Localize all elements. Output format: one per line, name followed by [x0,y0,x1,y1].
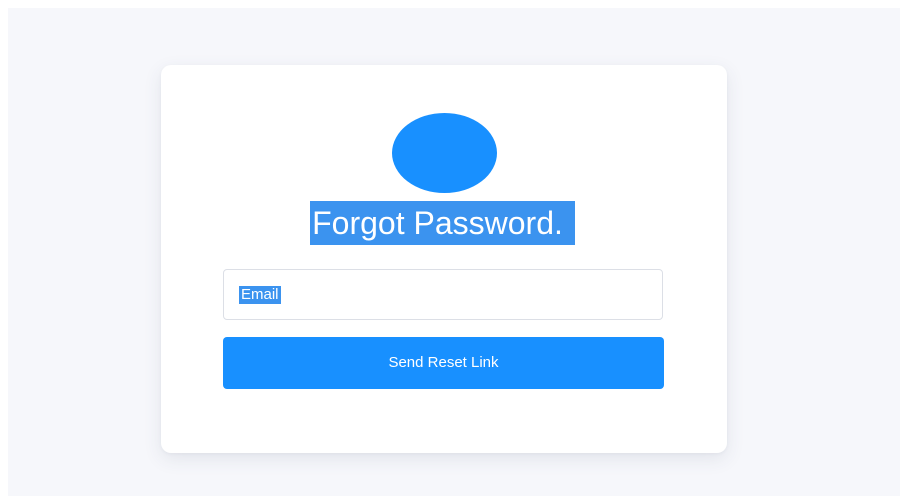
email-field[interactable]: Email [223,269,663,320]
forgot-password-card: Forgot Password. Email Send Reset Link [161,65,727,453]
email-placeholder: Email [239,286,281,304]
avatar-icon [392,113,497,193]
title-container: Forgot Password. [161,201,727,245]
page-title: Forgot Password. [310,201,575,245]
send-reset-link-button[interactable]: Send Reset Link [223,337,664,389]
page-background: Forgot Password. Email Send Reset Link [8,8,900,496]
